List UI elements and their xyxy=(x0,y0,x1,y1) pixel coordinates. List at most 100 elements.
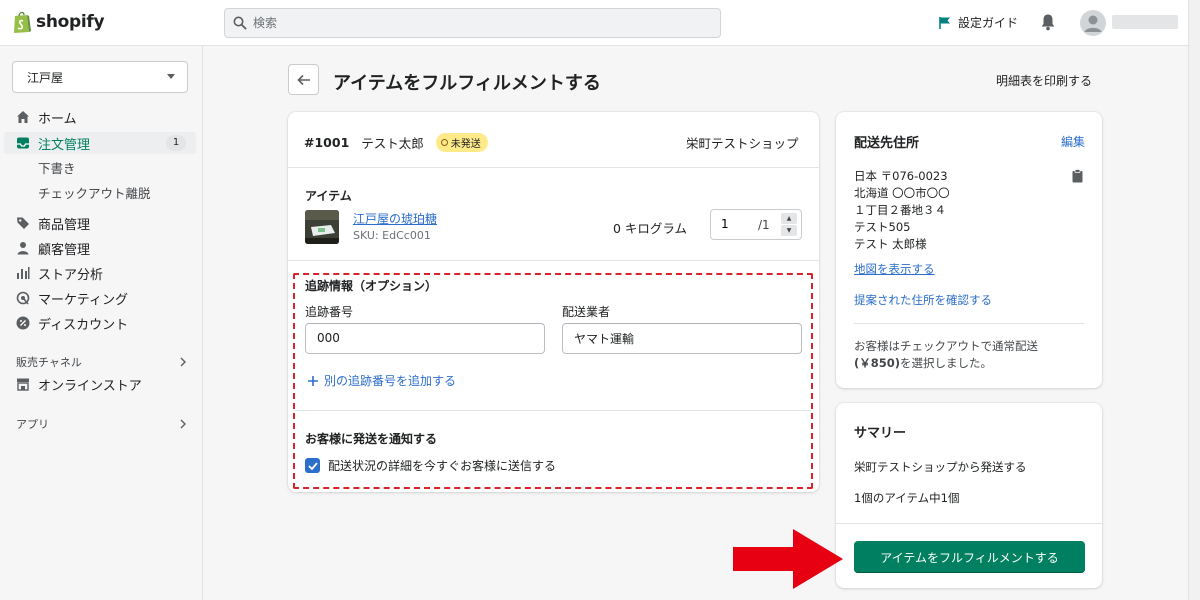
print-packing-slip-link[interactable]: 明細表を印刷する xyxy=(996,72,1092,89)
sidebar-item-label: ストア分析 xyxy=(38,267,104,283)
note-line-2: (￥850)を選択しました。 xyxy=(854,355,1038,372)
note-line: お客様はチェックアウトで通常配送 xyxy=(854,339,1038,353)
sidebar-item-label: マーケティング xyxy=(38,292,128,308)
notify-checkbox[interactable] xyxy=(305,458,320,473)
quantity-stepper[interactable]: /1 ▲ ▼ xyxy=(710,209,802,240)
search-bar[interactable] xyxy=(224,8,721,38)
chevron-right-icon xyxy=(180,419,186,429)
sidebar-item-label: 顧客管理 xyxy=(38,242,91,258)
sidebar-item-online-store[interactable]: オンラインストア xyxy=(4,373,196,395)
tracking-heading: 追跡情報（オプション） xyxy=(305,279,438,293)
divider xyxy=(295,410,811,411)
shipping-method-note: お客様はチェックアウトで通常配送 (￥850)を選択しました。 xyxy=(854,338,1038,372)
fulfillment-card: #1001 テスト太郎 未発送 栄町テストショップ アイテム 江戸屋の琥珀糖 S… xyxy=(288,112,819,492)
suggested-address-link[interactable]: 提案された住所を確認する xyxy=(854,292,992,308)
sidebar-item-products[interactable]: 商品管理 xyxy=(4,212,196,234)
apps-header[interactable]: アプリ xyxy=(16,416,186,432)
sidebar-item-home[interactable]: ホーム xyxy=(4,106,196,128)
edit-address-link[interactable]: 編集 xyxy=(1061,133,1085,150)
sidebar-item-discounts[interactable]: ディスカウント xyxy=(4,312,196,334)
carrier-input[interactable] xyxy=(574,331,774,345)
apps-label: アプリ xyxy=(16,418,49,431)
shipping-price: (￥850) xyxy=(854,356,901,370)
sales-channels-header[interactable]: 販売チャネル xyxy=(16,354,186,370)
back-button[interactable] xyxy=(288,64,319,95)
decrement-button[interactable]: ▼ xyxy=(781,225,797,236)
quantity-total: /1 xyxy=(758,218,770,232)
home-icon xyxy=(17,111,29,123)
sidebar-item-orders[interactable]: 注文管理 1 xyxy=(4,132,196,154)
username-redacted xyxy=(1112,15,1178,29)
orders-count-badge: 1 xyxy=(166,135,186,151)
sidebar-item-marketing[interactable]: マーケティング xyxy=(4,287,196,309)
sidebar-item-abandoned-checkouts[interactable]: チェックアウト離脱 xyxy=(38,183,151,202)
caret-up-icon: ▲ xyxy=(786,215,792,222)
summary-heading: サマリー xyxy=(854,426,907,441)
chevron-right-icon xyxy=(180,357,186,367)
order-header: #1001 テスト太郎 未発送 xyxy=(304,133,488,152)
product-thumbnail[interactable] xyxy=(305,210,339,244)
avatar[interactable] xyxy=(1080,10,1106,36)
address-line: テスト 太郎様 xyxy=(854,237,927,251)
product-image xyxy=(305,210,339,244)
notify-heading: お客様に発送を通知する xyxy=(305,432,438,446)
bar-chart-icon xyxy=(17,267,30,279)
shopify-logo[interactable]: shopify xyxy=(12,10,105,34)
store-icon xyxy=(17,378,29,391)
sidebar-item-label: ディスカウント xyxy=(38,317,129,333)
status-dot-icon xyxy=(440,139,448,146)
search-input[interactable] xyxy=(253,16,693,30)
product-sku: SKU: EdCc001 xyxy=(353,229,431,242)
order-number: #1001 xyxy=(304,135,350,150)
address-line: 北海道 〇〇市〇〇 xyxy=(854,186,950,200)
scrollbar[interactable] xyxy=(1188,0,1200,600)
status-badge: 未発送 xyxy=(435,133,488,152)
notify-customer-option[interactable]: 配送状況の詳細を今すぐお客様に送信する xyxy=(305,457,556,474)
orders-inbox-icon xyxy=(17,137,29,149)
address-line: １丁目２番地３４ xyxy=(854,203,946,217)
tracking-number-field[interactable] xyxy=(305,323,545,354)
sidebar: 江戸屋 ホーム 注文管理 1 下書き チェックアウト離脱 商品管理 顧客管理 ス… xyxy=(0,46,203,600)
sidebar-item-label: ホーム xyxy=(38,111,77,127)
product-weight: 0 キログラム xyxy=(613,221,688,236)
fulfill-items-button[interactable]: アイテムをフルフィルメントする xyxy=(854,541,1085,573)
arrow-left-icon xyxy=(296,74,310,85)
notify-checkbox-label: 配送状況の詳細を今すぐお客様に送信する xyxy=(328,459,557,473)
clipboard-icon[interactable] xyxy=(1072,169,1083,183)
store-name: 江戸屋 xyxy=(27,70,64,85)
store-selector[interactable]: 江戸屋 xyxy=(12,61,188,93)
stepper-buttons: ▲ ▼ xyxy=(781,213,797,236)
carrier-field[interactable] xyxy=(562,323,802,354)
ship-from-text: 栄町テストショップから発送する xyxy=(854,460,1027,474)
sidebar-item-label: 注文管理 xyxy=(38,137,91,153)
tag-icon xyxy=(17,217,29,229)
flag-icon xyxy=(939,16,950,29)
search-icon xyxy=(233,16,247,30)
sidebar-item-analytics[interactable]: ストア分析 xyxy=(4,262,196,284)
view-map-link[interactable]: 地図を表示する xyxy=(854,261,935,277)
bell-icon[interactable] xyxy=(1040,13,1056,31)
caret-down-icon xyxy=(167,74,175,79)
add-tracking-number-link[interactable]: 別の追跡番号を追加する xyxy=(308,372,456,389)
shipping-address-card: 配送先住所 編集 日本 〒076-0023 北海道 〇〇市〇〇 １丁目２番地３４… xyxy=(836,112,1102,388)
address-block: 日本 〒076-0023 北海道 〇〇市〇〇 １丁目２番地３４ テスト505 テ… xyxy=(854,168,950,253)
increment-button[interactable]: ▲ xyxy=(781,213,797,224)
quantity-input[interactable] xyxy=(721,217,743,231)
setup-guide-button[interactable]: 設定ガイド xyxy=(938,14,1018,31)
sidebar-item-drafts[interactable]: 下書き xyxy=(38,158,76,177)
customer-name: テスト太郎 xyxy=(361,136,424,151)
checkmark-icon xyxy=(307,461,318,470)
divider xyxy=(854,323,1084,324)
person-icon xyxy=(17,242,29,255)
sidebar-item-customers[interactable]: 顧客管理 xyxy=(4,237,196,259)
summary-card: サマリー 栄町テストショップから発送する 1個のアイテム中1個 アイテムをフルフ… xyxy=(836,403,1102,588)
tracking-number-input[interactable] xyxy=(317,331,517,345)
shipping-heading: 配送先住所 xyxy=(854,136,920,151)
sidebar-item-label: オンラインストア xyxy=(38,378,142,394)
product-name-link[interactable]: 江戸屋の琥珀糖 xyxy=(353,210,437,227)
discount-icon xyxy=(16,316,30,330)
top-bar: shopify 設定ガイド xyxy=(0,0,1200,46)
carrier-label: 配送業者 xyxy=(562,305,611,319)
setup-guide-label: 設定ガイド xyxy=(958,16,1019,30)
status-label: 未発送 xyxy=(450,139,481,150)
